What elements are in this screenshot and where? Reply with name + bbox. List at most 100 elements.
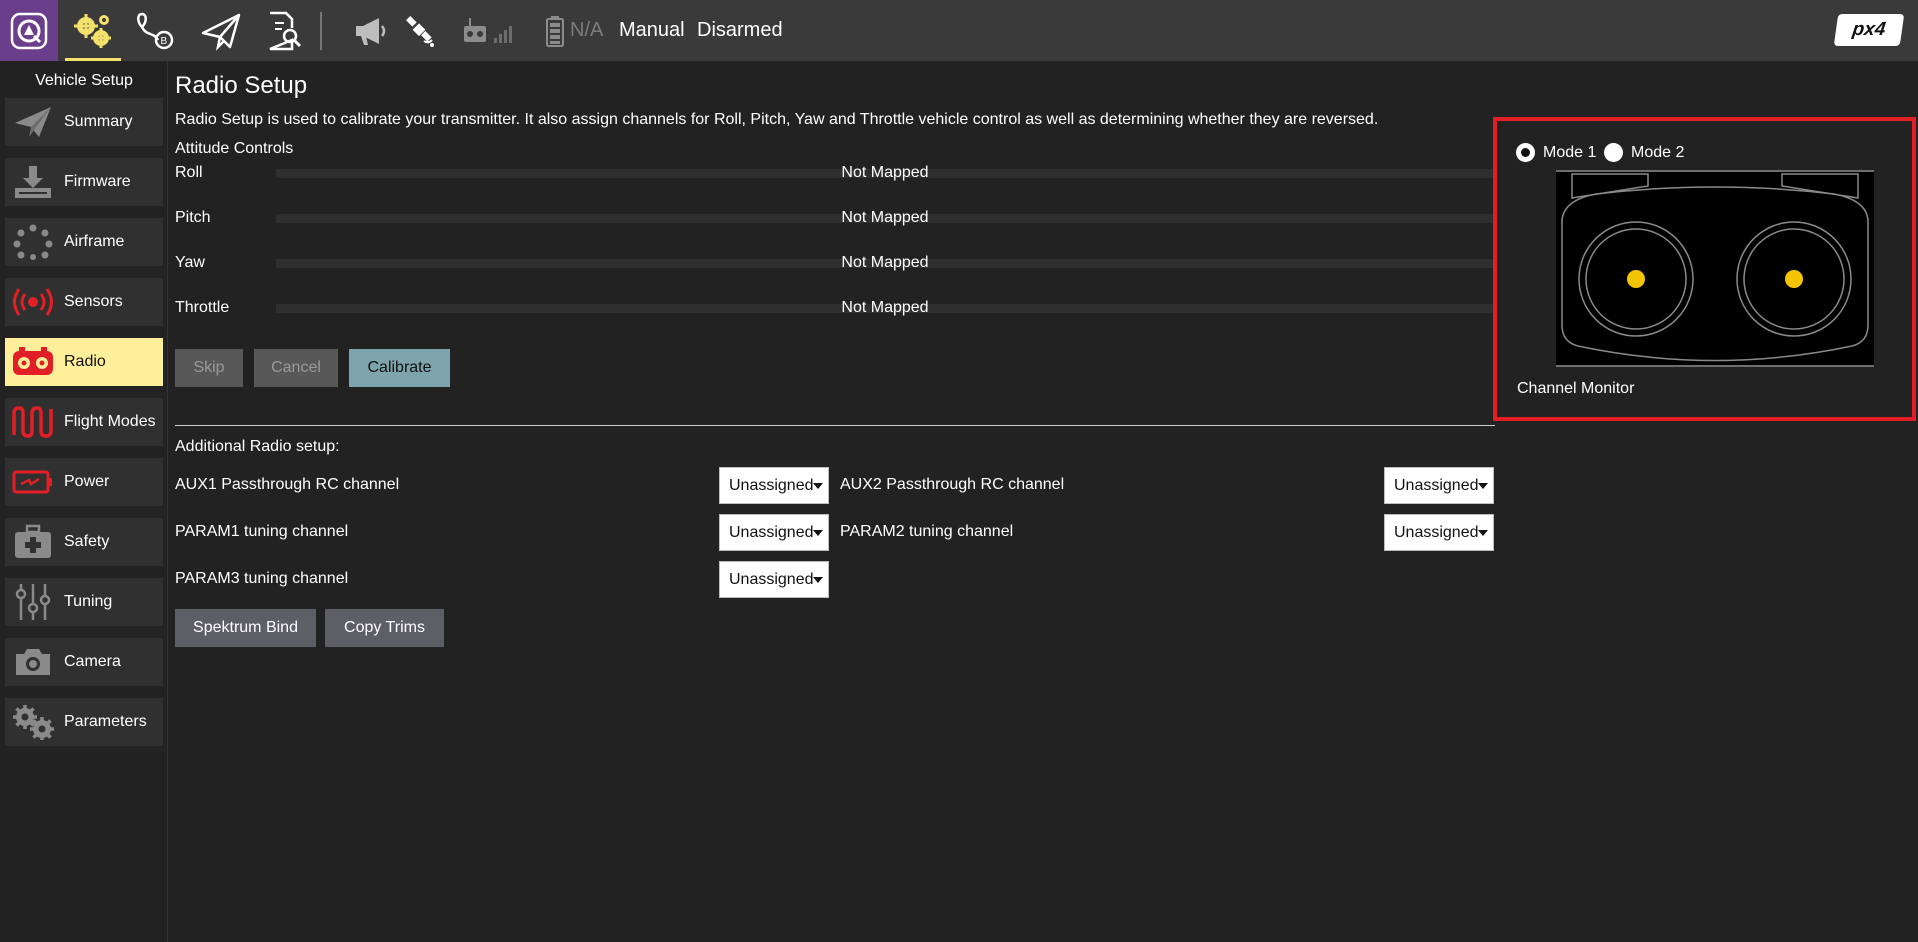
param2-tuning-label: PARAM2 tuning channel bbox=[840, 523, 1014, 540]
yaw-mapping-value: Not Mapped bbox=[841, 254, 929, 271]
calibrate-button[interactable]: Calibrate bbox=[349, 349, 450, 387]
rc-transmitter-icon[interactable] bbox=[458, 0, 518, 61]
section-divider bbox=[175, 425, 1495, 426]
px4-logo: px4 bbox=[1833, 14, 1905, 46]
camera-icon bbox=[5, 638, 61, 686]
select-value: Unassigned bbox=[729, 570, 814, 588]
plan-waypoint-icon[interactable]: B bbox=[126, 0, 184, 61]
qgc-logo-icon[interactable] bbox=[0, 0, 58, 61]
sidebar-item-power[interactable]: Power bbox=[5, 458, 163, 506]
yaw-label: Yaw bbox=[175, 254, 205, 271]
sidebar-item-label: Radio bbox=[64, 353, 106, 370]
sidebar-item-label: Parameters bbox=[64, 713, 147, 730]
chevron-down-icon bbox=[1478, 530, 1488, 536]
roll-mapping-value: Not Mapped bbox=[841, 164, 929, 181]
channel-monitor-panel: Mode 1 Mode 2 Channel Monitor bbox=[1493, 117, 1916, 421]
param1-tuning-select[interactable]: Unassigned bbox=[719, 514, 829, 551]
power-icon bbox=[5, 458, 61, 506]
safety-kit-icon bbox=[5, 518, 61, 566]
sidebar-item-label: Airframe bbox=[64, 233, 125, 250]
additional-radio-setup-title: Additional Radio setup: bbox=[175, 438, 340, 455]
sidebar-title: Vehicle Setup bbox=[35, 72, 133, 89]
sidebar-item-tuning[interactable]: Tuning bbox=[5, 578, 163, 626]
chevron-down-icon bbox=[1478, 483, 1488, 489]
mode1-label: Mode 1 bbox=[1543, 143, 1597, 161]
toolbar-divider bbox=[320, 12, 322, 50]
analyze-icon[interactable] bbox=[255, 0, 313, 61]
flight-modes-icon bbox=[5, 398, 61, 446]
skip-button[interactable]: Skip bbox=[175, 349, 243, 387]
sidebar-item-summary[interactable]: Summary bbox=[5, 98, 163, 146]
aux2-passthrough-select[interactable]: Unassigned bbox=[1384, 467, 1494, 504]
sidebar-item-flight-modes[interactable]: Flight Modes bbox=[5, 398, 163, 446]
copy-trims-button[interactable]: Copy Trims bbox=[325, 609, 444, 647]
aux1-passthrough-label: AUX1 Passthrough RC channel bbox=[175, 476, 400, 493]
vehicle-setup-sidebar: Vehicle Setup Summary Firmware Airframe … bbox=[0, 61, 168, 942]
sidebar-item-label: Sensors bbox=[64, 293, 123, 310]
sidebar-item-label: Safety bbox=[64, 533, 110, 550]
cancel-button[interactable]: Cancel bbox=[254, 349, 338, 387]
sidebar-item-safety[interactable]: Safety bbox=[5, 518, 163, 566]
param3-tuning-select[interactable]: Unassigned bbox=[719, 561, 829, 598]
mode2-label: Mode 2 bbox=[1631, 143, 1685, 161]
mode2-radio[interactable]: Mode 2 bbox=[1604, 143, 1684, 162]
messages-megaphone-icon[interactable] bbox=[346, 0, 396, 61]
sidebar-item-sensors[interactable]: Sensors bbox=[5, 278, 163, 326]
aux2-passthrough-label: AUX2 Passthrough RC channel bbox=[840, 476, 1065, 493]
select-value: Unassigned bbox=[1394, 523, 1479, 541]
sidebar-item-parameters[interactable]: Parameters bbox=[5, 698, 163, 746]
battery-icon[interactable] bbox=[538, 0, 572, 61]
select-value: Unassigned bbox=[729, 523, 814, 541]
vehicle-setup-gear-icon[interactable] bbox=[63, 0, 123, 61]
throttle-mapping-value: Not Mapped bbox=[841, 299, 929, 316]
pitch-label: Pitch bbox=[175, 209, 211, 226]
aux1-passthrough-select[interactable]: Unassigned bbox=[719, 467, 829, 504]
signal-bars-icon bbox=[494, 25, 512, 43]
tuning-sliders-icon bbox=[5, 578, 61, 626]
paper-plane-icon bbox=[5, 98, 61, 146]
parameters-gears-icon bbox=[5, 698, 61, 746]
sidebar-item-radio[interactable]: Radio bbox=[5, 338, 163, 386]
select-value: Unassigned bbox=[729, 476, 814, 494]
transmitter-diagram bbox=[1556, 170, 1874, 367]
attitude-controls-title: Attitude Controls bbox=[175, 140, 294, 157]
left-stick-indicator bbox=[1627, 270, 1645, 288]
param2-tuning-select[interactable]: Unassigned bbox=[1384, 514, 1494, 551]
sidebar-item-label: Power bbox=[64, 473, 110, 490]
download-icon bbox=[5, 158, 61, 206]
chevron-down-icon bbox=[813, 530, 823, 536]
battery-status-text: N/A bbox=[570, 19, 604, 41]
mode1-radio[interactable]: Mode 1 bbox=[1516, 143, 1596, 162]
top-toolbar: B N/A Manual Disarmed px4 bbox=[0, 0, 1918, 61]
throttle-label: Throttle bbox=[175, 299, 230, 316]
sensors-icon bbox=[5, 278, 61, 326]
channel-monitor-label: Channel Monitor bbox=[1517, 380, 1635, 397]
sidebar-item-label: Tuning bbox=[64, 593, 113, 610]
sidebar-item-camera[interactable]: Camera bbox=[5, 638, 163, 686]
fly-paper-plane-icon[interactable] bbox=[192, 0, 250, 61]
gps-satellite-icon[interactable] bbox=[398, 0, 442, 61]
radio-button-selected[interactable] bbox=[1516, 143, 1535, 162]
chevron-down-icon bbox=[813, 577, 823, 583]
pitch-mapping-value: Not Mapped bbox=[841, 209, 929, 226]
roll-label: Roll bbox=[175, 164, 203, 181]
param1-tuning-label: PARAM1 tuning channel bbox=[175, 523, 349, 540]
right-stick-indicator bbox=[1785, 270, 1803, 288]
select-value: Unassigned bbox=[1394, 476, 1479, 494]
page-title: Radio Setup bbox=[175, 72, 308, 99]
airframe-icon bbox=[5, 218, 61, 266]
radio-button-unselected[interactable] bbox=[1604, 143, 1623, 162]
sidebar-item-label: Firmware bbox=[64, 173, 131, 190]
sidebar-item-label: Flight Modes bbox=[64, 413, 156, 430]
page-description: Radio Setup is used to calibrate your tr… bbox=[175, 111, 1379, 128]
arm-status-indicator[interactable]: Disarmed bbox=[697, 19, 783, 42]
sidebar-item-airframe[interactable]: Airframe bbox=[5, 218, 163, 266]
sidebar-item-firmware[interactable]: Firmware bbox=[5, 158, 163, 206]
param3-tuning-label: PARAM3 tuning channel bbox=[175, 570, 349, 587]
flight-mode-indicator[interactable]: Manual bbox=[619, 19, 685, 42]
sidebar-item-label: Summary bbox=[64, 113, 133, 130]
chevron-down-icon bbox=[813, 483, 823, 489]
spektrum-bind-button[interactable]: Spektrum Bind bbox=[175, 609, 316, 647]
svg-text:B: B bbox=[161, 36, 168, 47]
sidebar-item-label: Camera bbox=[64, 653, 121, 670]
